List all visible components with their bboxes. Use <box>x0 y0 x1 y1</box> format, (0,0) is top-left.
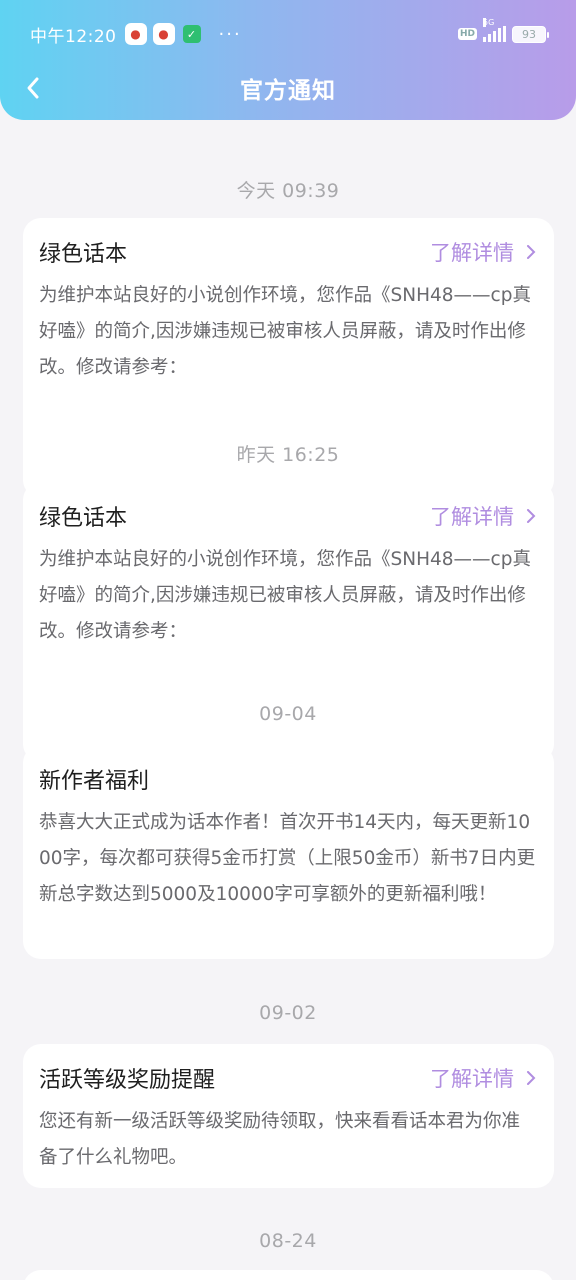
status-bar: 中午12:20 ● ● ✓ ··· HD 5G 93 <box>0 18 576 50</box>
date-label: 09-04 <box>259 703 317 725</box>
card-body: 为维护本站良好的小说创作环境，您作品《SNH48——cp真好嗑》的简介,因涉嫌违… <box>39 549 531 642</box>
details-link-label: 了解详情 <box>430 1067 514 1091</box>
battery-icon: 93 <box>512 25 549 43</box>
chevron-right-icon <box>527 245 536 259</box>
date-label: 08-24 <box>259 1230 317 1252</box>
header: 中午12:20 ● ● ✓ ··· HD 5G 93 官方通知 <box>0 0 576 120</box>
nav-bar: 官方通知 <box>0 66 576 110</box>
app-notification-icon: ● <box>124 23 147 45</box>
card-body: 为维护本站良好的小说创作环境，您作品《SNH48——cp真好嗑》的简介,因涉嫌违… <box>39 285 531 378</box>
shield-icon: ✓ <box>182 25 201 43</box>
card-title: 绿色话本 <box>39 506 128 531</box>
details-link[interactable]: 了解详情 <box>430 501 538 531</box>
card-title: 绿色话本 <box>39 242 128 267</box>
date-label: 昨天 16:25 <box>236 444 340 466</box>
chevron-right-icon <box>527 509 536 523</box>
back-button[interactable] <box>18 72 48 104</box>
card-title: 新作者福利 <box>39 769 150 794</box>
network-type: 5G <box>483 18 495 27</box>
date-label: 09-02 <box>259 1002 317 1024</box>
card-body: 恭喜大大正式成为话本作者！首次开书14天内，每天更新1000字，每次都可获得5金… <box>39 812 536 905</box>
notification-card[interactable]: 新作者福利 恭喜大大正式成为话本作者！首次开书14天内，每天更新1000字，每次… <box>23 745 554 959</box>
hd-icon: HD <box>457 28 477 40</box>
details-link-label: 了解详情 <box>430 505 514 529</box>
details-link[interactable]: 了解详情 <box>430 237 538 267</box>
date-label: 今天 09:39 <box>236 180 340 202</box>
details-link[interactable]: 了解详情 <box>430 1063 538 1093</box>
card-body: 您还有新一级活跃等级奖励待领取，快来看看话本君为你准备了什么礼物吧。 <box>39 1111 521 1168</box>
details-link-label: 了解详情 <box>430 241 514 265</box>
battery-level: 93 <box>522 27 536 41</box>
chevron-left-icon <box>27 77 39 99</box>
notification-card[interactable]: 活跃等级奖励提醒 了解详情 您还有新一级活跃等级奖励待领取，快来看看话本君为你准… <box>23 1044 554 1188</box>
card-title: 活跃等级奖励提醒 <box>39 1068 216 1093</box>
status-right: HD 5G 93 <box>457 18 549 43</box>
status-time: 中午12:20 <box>30 26 117 47</box>
chevron-right-icon <box>527 1071 536 1085</box>
app-notification-icon: ● <box>152 23 175 45</box>
more-dots-icon: ··· <box>218 23 242 45</box>
notification-card[interactable] <box>23 1270 554 1280</box>
signal-icon: 5G <box>483 18 506 42</box>
page-title: 官方通知 <box>240 78 336 104</box>
